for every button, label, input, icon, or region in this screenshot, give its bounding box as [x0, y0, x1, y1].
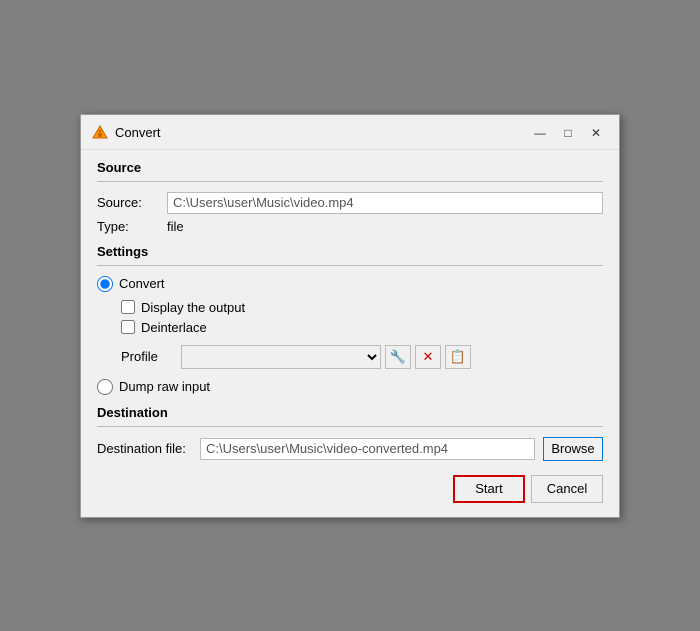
start-button[interactable]: Start [453, 475, 525, 503]
destination-input[interactable] [200, 438, 535, 460]
settings-divider [97, 265, 603, 266]
source-section-label: Source [97, 160, 603, 175]
profile-delete-button[interactable]: ✕ [415, 345, 441, 369]
destination-section-label: Destination [97, 405, 603, 420]
wrench-icon: 🔧 [390, 349, 406, 365]
deinterlace-checkbox[interactable] [121, 320, 135, 334]
dialog-content: Source Source: Type: file Settings Conve… [81, 150, 619, 517]
convert-radio-label[interactable]: Convert [119, 276, 165, 291]
type-field-row: Type: file [97, 219, 603, 234]
type-label: Type: [97, 219, 167, 234]
maximize-button[interactable]: □ [555, 123, 581, 143]
source-field-row: Source: [97, 192, 603, 214]
type-value: file [167, 219, 184, 234]
dump-raw-radio[interactable] [97, 379, 113, 395]
display-output-label[interactable]: Display the output [141, 300, 245, 315]
convert-radio[interactable] [97, 276, 113, 292]
display-output-row: Display the output [121, 300, 603, 315]
close-button[interactable]: ✕ [583, 123, 609, 143]
cancel-button[interactable]: Cancel [531, 475, 603, 503]
dump-raw-radio-row: Dump raw input [97, 379, 603, 395]
title-bar: Convert — □ ✕ [81, 115, 619, 150]
destination-row: Destination file: Browse [97, 437, 603, 461]
vlc-icon [91, 124, 109, 142]
save-icon: 📋 [450, 349, 466, 365]
deinterlace-row: Deinterlace [121, 320, 603, 335]
profile-select[interactable] [181, 345, 381, 369]
profile-edit-button[interactable]: 🔧 [385, 345, 411, 369]
browse-button[interactable]: Browse [543, 437, 603, 461]
profile-label: Profile [121, 349, 177, 364]
profile-save-button[interactable]: 📋 [445, 345, 471, 369]
minimize-button[interactable]: — [527, 123, 553, 143]
source-input[interactable] [167, 192, 603, 214]
profile-row: Profile 🔧 ✕ 📋 [121, 345, 603, 369]
window-controls: — □ ✕ [527, 123, 609, 143]
dump-raw-label[interactable]: Dump raw input [119, 379, 210, 394]
convert-dialog: Convert — □ ✕ Source Source: Type: file … [80, 114, 620, 518]
convert-radio-row: Convert [97, 276, 603, 292]
delete-icon: ✕ [423, 349, 434, 365]
source-label: Source: [97, 195, 167, 210]
deinterlace-label[interactable]: Deinterlace [141, 320, 207, 335]
settings-section: Settings Convert Display the output Dein… [97, 244, 603, 395]
window-title: Convert [115, 125, 527, 140]
destination-section: Destination Destination file: Browse [97, 405, 603, 461]
display-output-checkbox[interactable] [121, 300, 135, 314]
source-divider [97, 181, 603, 182]
settings-section-label: Settings [97, 244, 603, 259]
destination-file-label: Destination file: [97, 441, 192, 456]
source-section: Source Source: Type: file [97, 160, 603, 234]
footer-row: Start Cancel [97, 475, 603, 503]
destination-divider [97, 426, 603, 427]
